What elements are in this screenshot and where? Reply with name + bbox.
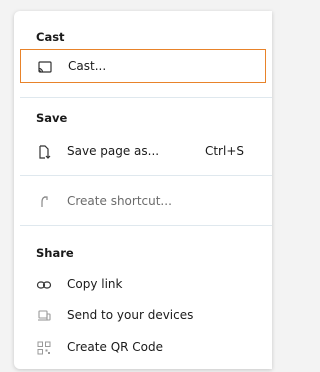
save-section-title: Save bbox=[36, 111, 68, 125]
create-qr-code-menu-item[interactable]: Create QR Code bbox=[20, 331, 266, 365]
shortcut-icon bbox=[36, 194, 52, 210]
create-shortcut-menu-item[interactable]: Create shortcut... bbox=[20, 185, 266, 219]
copy-link-label: Copy link bbox=[67, 277, 123, 291]
context-menu: Cast Cast... Save Save page as... Ctrl+S bbox=[14, 11, 272, 369]
save-page-menu-item[interactable]: Save page as... Ctrl+S bbox=[20, 135, 266, 169]
cast-label: Cast... bbox=[68, 59, 107, 73]
share-section-title: Share bbox=[36, 246, 74, 260]
copy-link-menu-item[interactable]: Copy link bbox=[20, 268, 266, 302]
send-to-devices-menu-item[interactable]: Send to your devices bbox=[20, 299, 266, 333]
qr-code-label: Create QR Code bbox=[67, 340, 164, 354]
cast-menu-item[interactable]: Cast... bbox=[20, 49, 266, 83]
qr-code-icon bbox=[36, 340, 52, 356]
divider bbox=[20, 225, 272, 226]
divider bbox=[20, 175, 272, 176]
create-shortcut-label: Create shortcut... bbox=[67, 194, 172, 208]
cast-icon bbox=[37, 59, 53, 75]
save-page-icon bbox=[36, 144, 52, 160]
devices-icon bbox=[36, 308, 52, 324]
cast-section-title: Cast bbox=[36, 30, 65, 44]
link-icon bbox=[36, 277, 52, 293]
divider bbox=[20, 97, 272, 98]
send-devices-label: Send to your devices bbox=[67, 308, 194, 322]
save-page-label: Save page as... bbox=[67, 144, 160, 158]
save-page-shortcut: Ctrl+S bbox=[204, 144, 244, 158]
